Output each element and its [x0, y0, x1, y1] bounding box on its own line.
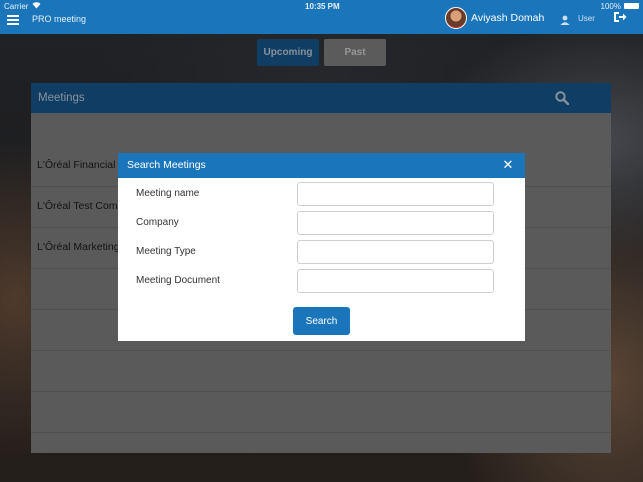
- user-icon[interactable]: [560, 12, 570, 25]
- company-input[interactable]: [297, 211, 494, 235]
- close-icon[interactable]: ✕: [502, 158, 514, 171]
- avatar[interactable]: [445, 7, 467, 29]
- search-button[interactable]: Search: [293, 307, 350, 335]
- dialog-title: Search Meetings: [127, 159, 206, 171]
- user-name[interactable]: Aviyash Domah: [471, 12, 544, 24]
- menu-icon[interactable]: [7, 15, 19, 25]
- battery-icon: [624, 3, 639, 9]
- dialog-header: Search Meetings ✕: [118, 153, 525, 178]
- status-time: 10:35 PM: [305, 2, 340, 11]
- top-bar: Carrier 10:35 PM 100% PRO meeting Aviyas…: [0, 0, 643, 34]
- meeting-document-label: Meeting Document: [136, 275, 220, 286]
- search-meetings-dialog: Search Meetings ✕ Meeting name Company M…: [118, 153, 525, 341]
- status-bar: Carrier 10:35 PM 100%: [0, 0, 643, 12]
- meeting-document-input[interactable]: [297, 269, 494, 293]
- company-label: Company: [136, 217, 179, 228]
- status-carrier: Carrier: [4, 2, 29, 11]
- wifi-icon: [32, 1, 41, 11]
- user-label[interactable]: User: [578, 14, 595, 23]
- meeting-name-label: Meeting name: [136, 188, 200, 199]
- meeting-name-input[interactable]: [297, 182, 494, 206]
- meeting-type-label: Meeting Type: [136, 246, 196, 257]
- app-title: PRO meeting: [32, 14, 87, 24]
- meeting-type-input[interactable]: [297, 240, 494, 264]
- logout-icon[interactable]: [613, 10, 627, 22]
